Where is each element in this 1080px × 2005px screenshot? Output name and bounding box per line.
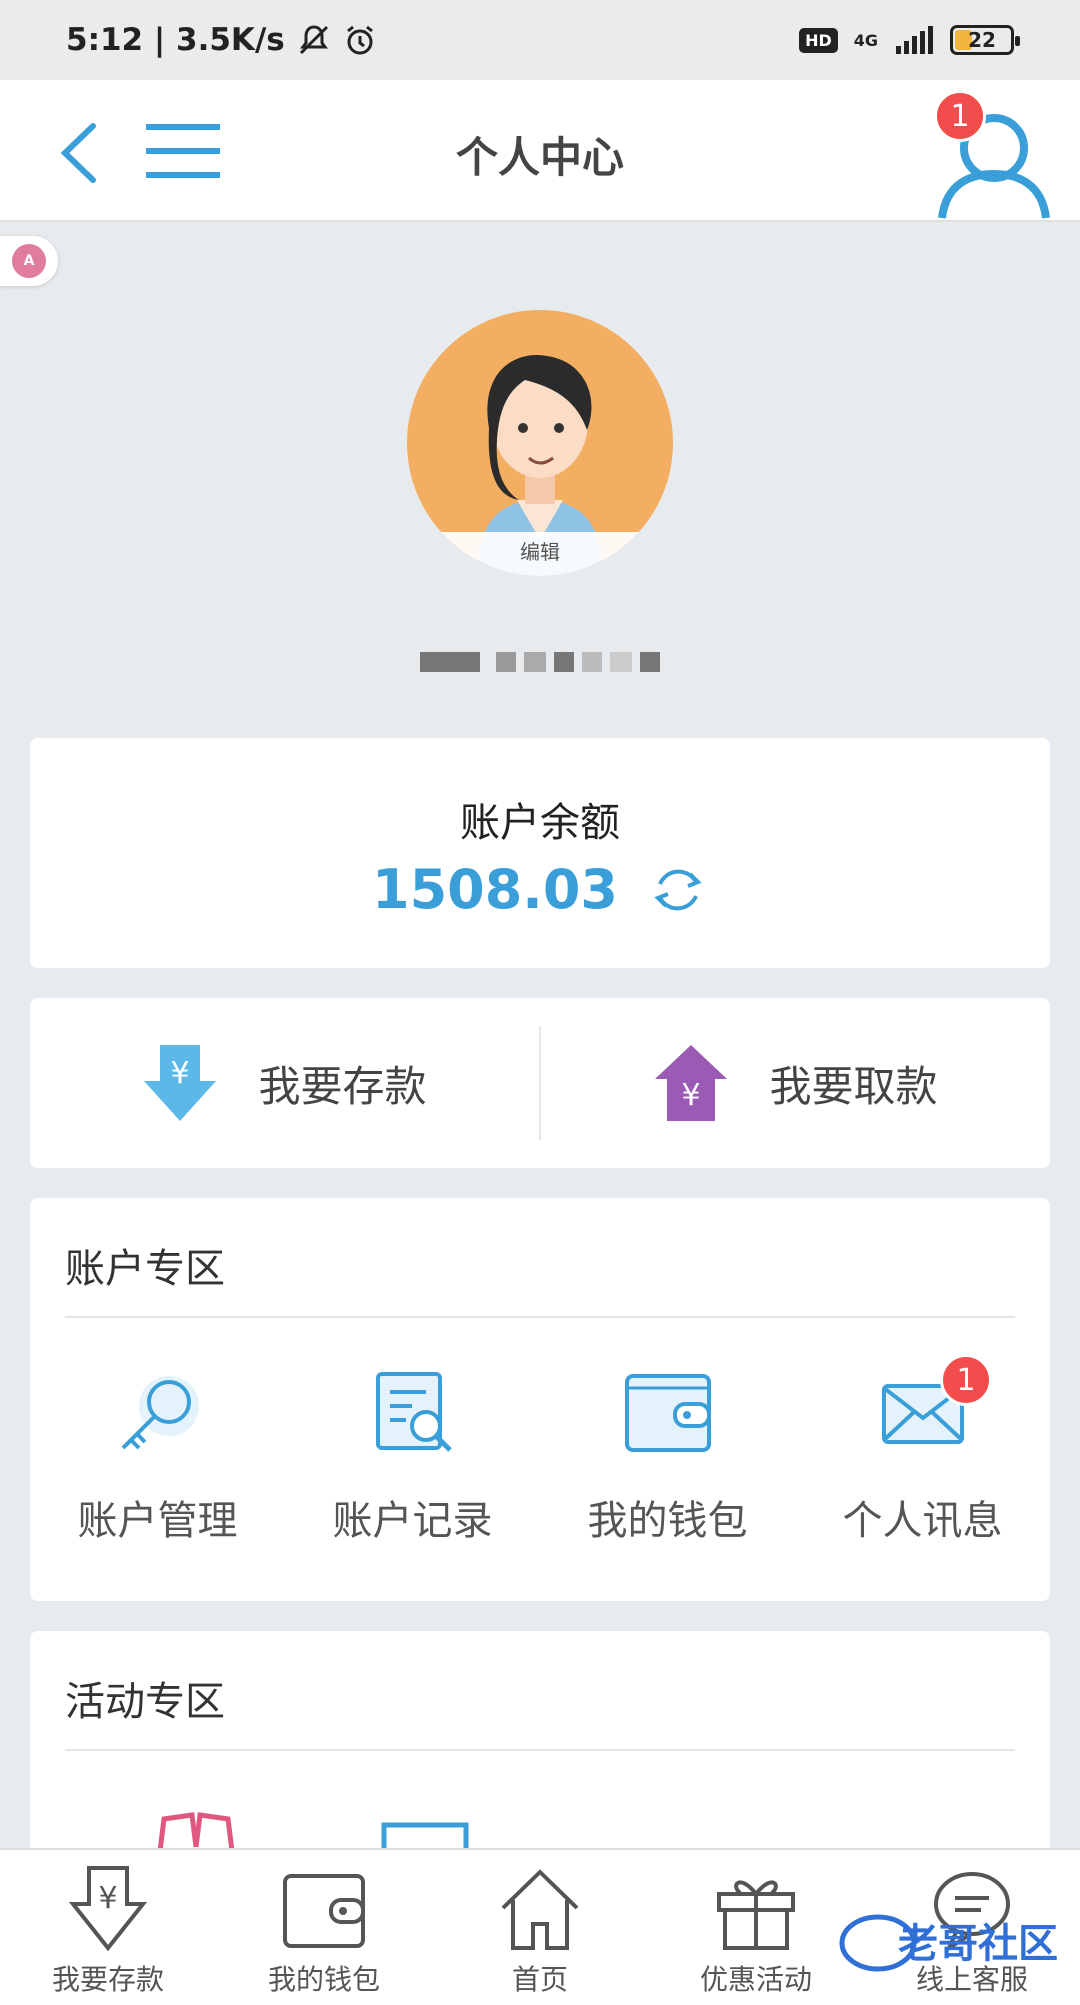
section-divider bbox=[65, 1316, 1015, 1318]
balance-value: 1508.03 bbox=[372, 858, 618, 921]
personal-messages-item[interactable]: 个人讯息 1 bbox=[795, 1354, 1050, 1546]
page-title: 个人中心 bbox=[455, 133, 624, 182]
withdraw-label: 我要取款 bbox=[769, 1061, 938, 1111]
battery-level: 22 bbox=[968, 28, 996, 52]
deposit-withdraw-card: ¥ 我要存款 ¥ 我要取款 bbox=[30, 998, 1050, 1168]
deposit-arrow-icon: ¥ bbox=[144, 1045, 217, 1121]
deposit-icon: ¥ bbox=[68, 1866, 148, 1952]
svg-text:¥: ¥ bbox=[98, 1881, 117, 1916]
nav-wallet-label: 我的钱包 bbox=[267, 1963, 380, 1996]
messages-badge: 1 bbox=[940, 1354, 992, 1406]
account-records-item[interactable]: 账户记录 bbox=[285, 1368, 540, 1546]
profile-section: 编辑 bbox=[0, 222, 1080, 722]
account-records-label: 账户记录 bbox=[332, 1498, 493, 1544]
username-masked bbox=[0, 652, 1080, 672]
account-management-item[interactable]: 账户管理 bbox=[30, 1368, 285, 1546]
status-bar: 5:12 | 3.5K/s HD 4G 22 bbox=[0, 0, 1080, 80]
nav-promotions[interactable]: 优惠活动 bbox=[648, 1850, 864, 2005]
battery-icon: 22 bbox=[950, 25, 1020, 55]
home-icon bbox=[501, 1869, 579, 1950]
wallet-icon bbox=[283, 1874, 365, 1948]
nav-wallet[interactable]: 我的钱包 bbox=[216, 1850, 432, 2005]
balance-card: 账户余额 1508.03 bbox=[30, 738, 1050, 968]
signal-icon bbox=[896, 26, 933, 54]
avatar[interactable]: 编辑 bbox=[407, 310, 673, 576]
wallet-icon bbox=[624, 1374, 711, 1452]
nav-deposit[interactable]: ¥ 我要存款 bbox=[0, 1850, 216, 2005]
account-management-label: 账户管理 bbox=[77, 1498, 238, 1544]
gift-icon bbox=[717, 1880, 795, 1950]
status-time: 5:12 | 3.5K/s bbox=[66, 22, 285, 58]
withdraw-button[interactable]: ¥ 我要取款 bbox=[541, 998, 1050, 1168]
notification-badge: 1 bbox=[934, 90, 986, 142]
account-zone-title: 账户专区 bbox=[65, 1246, 225, 1292]
record-search-icon bbox=[375, 1372, 452, 1452]
avatar-edit-button[interactable]: 编辑 bbox=[407, 532, 673, 576]
my-wallet-item[interactable]: 我的钱包 bbox=[540, 1368, 795, 1546]
mute-bell-icon bbox=[299, 25, 328, 55]
section-divider bbox=[65, 1749, 1015, 1751]
nav-promotions-label: 优惠活动 bbox=[699, 1963, 812, 1996]
activity-zone-title: 活动专区 bbox=[65, 1679, 225, 1725]
red-envelope-icon[interactable] bbox=[150, 1811, 240, 1851]
watermark-logo: 老哥社区 bbox=[839, 1914, 1058, 1972]
personal-messages-label: 个人讯息 bbox=[842, 1498, 1003, 1544]
balance-label: 账户余额 bbox=[460, 800, 620, 846]
watermark-text: 老哥社区 bbox=[898, 1921, 1058, 1967]
svg-text:¥: ¥ bbox=[171, 1056, 190, 1091]
deposit-button[interactable]: ¥ 我要存款 bbox=[30, 998, 539, 1168]
withdraw-house-icon: ¥ bbox=[655, 1045, 728, 1121]
my-wallet-label: 我的钱包 bbox=[587, 1498, 748, 1544]
nav-home-label: 首页 bbox=[511, 1963, 568, 1996]
alarm-icon bbox=[346, 25, 373, 55]
app-header: 个人中心 1 bbox=[0, 80, 1080, 222]
network-label: 4G bbox=[853, 30, 878, 50]
hd-badge: HD bbox=[799, 27, 838, 53]
key-icon bbox=[121, 1376, 199, 1450]
coupon-icon[interactable] bbox=[380, 1821, 470, 1851]
account-zone-card: 账户专区 账户管理 账户记录 我的钱包 个人讯息 1 bbox=[30, 1198, 1050, 1601]
deposit-label: 我要存款 bbox=[258, 1061, 427, 1111]
svg-text:¥: ¥ bbox=[682, 1078, 701, 1113]
nav-deposit-label: 我要存款 bbox=[51, 1963, 164, 1996]
refresh-icon[interactable] bbox=[648, 860, 708, 920]
nav-home[interactable]: 首页 bbox=[432, 1850, 648, 2005]
